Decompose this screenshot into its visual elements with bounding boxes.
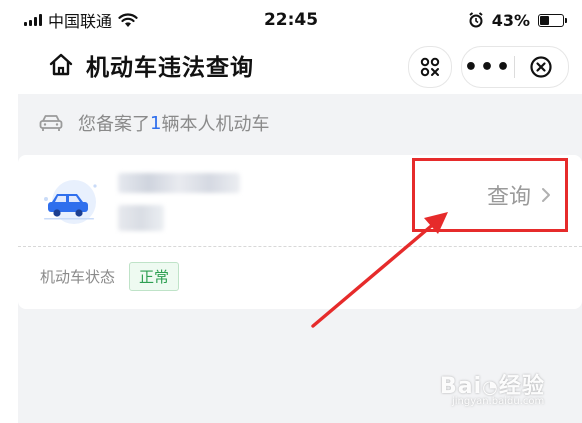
- close-button[interactable]: [515, 47, 567, 87]
- battery-icon: [538, 13, 567, 27]
- status-row: 机动车状态 正常: [40, 261, 180, 291]
- home-button[interactable]: [46, 50, 76, 80]
- home-icon: [49, 53, 73, 76]
- scan-button[interactable]: [408, 46, 452, 88]
- car-outline-icon: [38, 113, 64, 133]
- page-title: 机动车违法查询: [86, 55, 254, 81]
- notice-count: 1: [150, 112, 162, 134]
- query-label: 查询: [486, 185, 531, 210]
- plate-number-blurred: [118, 173, 240, 193]
- baidu-watermark-logo: Bai◔经验 jingyan.baidu.com: [440, 374, 545, 407]
- status-label: 机动车状态: [40, 267, 116, 286]
- notice-suffix: 辆本人机动车: [161, 114, 270, 135]
- chevron-right-icon: [541, 187, 551, 203]
- battery-level: [540, 15, 550, 25]
- more-icon: •••: [463, 54, 513, 80]
- screen: 中国联通 22:45 43% 机动车违法查询 ••• 您备案了 1 辆本人机动车…: [0, 0, 582, 423]
- status-bar: 中国联通 22:45 43%: [0, 0, 582, 40]
- close-icon: [530, 56, 552, 78]
- scan-icon: [420, 57, 440, 77]
- more-button[interactable]: •••: [462, 47, 514, 87]
- status-time: 22:45: [263, 10, 319, 30]
- vehicle-info-blurred: [118, 205, 164, 231]
- nav-bar: 机动车违法查询 •••: [0, 40, 582, 92]
- notice-prefix: 您备案了: [78, 114, 150, 135]
- card-divider: [18, 246, 582, 247]
- status-badge: 正常: [129, 261, 180, 291]
- vehicle-card: 查询 机动车状态 正常: [18, 155, 582, 309]
- car-illustration-icon: [40, 177, 102, 227]
- vehicle-notice: 您备案了 1 辆本人机动车: [18, 94, 582, 152]
- query-button[interactable]: 查询: [412, 158, 568, 232]
- miniapp-capsule: •••: [461, 46, 569, 88]
